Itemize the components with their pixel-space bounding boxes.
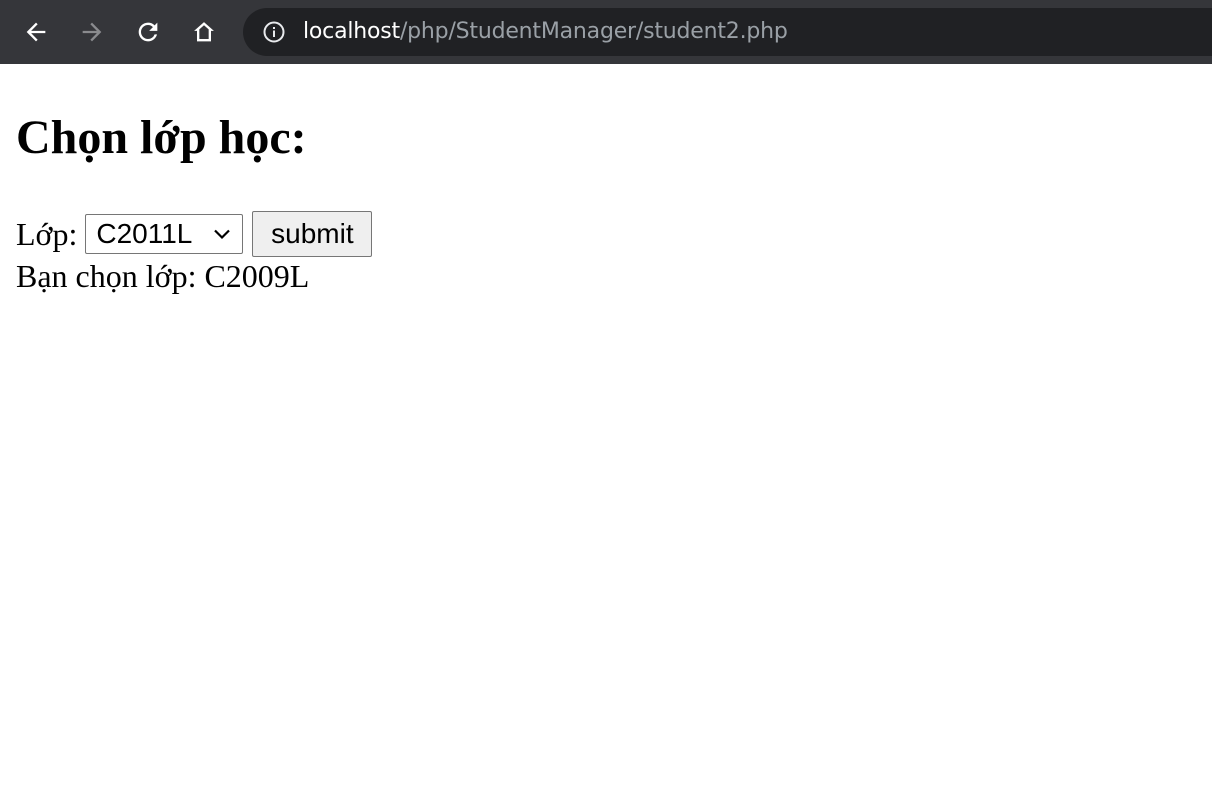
page-title: Chọn lớp học: xyxy=(16,111,307,164)
class-select-value: C2011L xyxy=(96,218,193,249)
result-value: C2009L xyxy=(204,258,310,294)
class-select[interactable]: C2011L xyxy=(85,214,244,254)
page-content: Chọn lớp học: Lớp: C2011L submit Bạn chọ… xyxy=(0,64,1212,806)
home-button[interactable] xyxy=(184,12,224,52)
home-icon xyxy=(190,18,218,46)
back-arrow-icon xyxy=(22,18,50,46)
reload-icon xyxy=(134,18,162,46)
forward-button[interactable] xyxy=(72,12,112,52)
submit-button[interactable]: submit xyxy=(252,211,373,257)
forward-arrow-icon xyxy=(78,18,106,46)
selected-class-result: Bạn chọn lớp: C2009L xyxy=(16,256,309,296)
info-icon[interactable] xyxy=(262,20,286,44)
url-path: /php/StudentManager/student2.php xyxy=(399,19,788,44)
class-label: Lớp: xyxy=(16,216,78,252)
reload-button[interactable] xyxy=(128,12,168,52)
result-prefix: Bạn chọn lớp: xyxy=(16,258,205,294)
chevron-down-icon xyxy=(212,227,232,241)
browser-toolbar: localhost/php/StudentManager/student2.ph… xyxy=(0,0,1212,64)
url-text: localhost/php/StudentManager/student2.ph… xyxy=(303,8,788,56)
url-host: localhost xyxy=(303,19,400,44)
class-form: Lớp: C2011L submit xyxy=(16,211,373,257)
address-bar[interactable]: localhost/php/StudentManager/student2.ph… xyxy=(243,8,1212,56)
back-button[interactable] xyxy=(16,12,56,52)
